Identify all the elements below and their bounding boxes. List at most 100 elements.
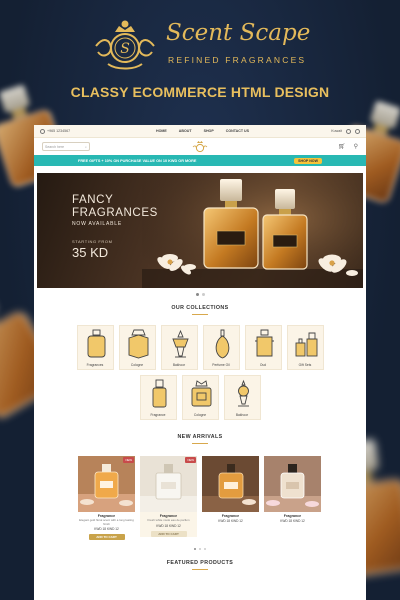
- add-to-cart-button[interactable]: ADD TO CART: [150, 530, 187, 537]
- arrivals-grid: NEW Fragrance Elegant gold floral scent …: [78, 456, 366, 540]
- collections-title: OUR COLLECTIONS: [171, 305, 229, 311]
- crown-bottle-icon: [191, 380, 211, 407]
- hero-line-2: FRAGRANCES: [72, 207, 158, 219]
- product-info: Fragrance Fresh white musk eau de parfum…: [140, 512, 197, 537]
- collection-card[interactable]: Bakhoor: [160, 325, 198, 370]
- nav-about[interactable]: ABOUT: [179, 129, 192, 133]
- collection-label: Cologne: [193, 413, 207, 417]
- collection-card[interactable]: Cologne: [181, 375, 219, 420]
- arrivals-pagination: [34, 544, 366, 554]
- collection-card[interactable]: Oud: [244, 325, 282, 370]
- hero-text: FANCY FRAGRANCES NOW AVAILABLE STARTING …: [72, 194, 158, 260]
- product-image[interactable]: [202, 456, 259, 512]
- perfume-bottle-icon: [87, 329, 105, 358]
- phone-number: +965 1234567: [47, 129, 71, 133]
- search-placeholder: Search here: [45, 144, 65, 149]
- product-bottle-image: [78, 456, 135, 512]
- arrivals-dot-1[interactable]: [194, 548, 196, 550]
- collections-row-2: Fragrance Cologne Bakhoor: [34, 375, 366, 420]
- whatsapp-icon: [40, 128, 45, 134]
- product-price: KWD 18 KWD 12: [94, 527, 119, 531]
- hero-line-3: NOW AVAILABLE: [72, 221, 122, 227]
- product-card[interactable]: NEW Fragrance Elegant gold floral scent …: [78, 456, 135, 540]
- top-bar: +965 1234567 HOME ABOUT SHOP CONTACT US …: [34, 125, 366, 138]
- product-card[interactable]: Fragrance KWD 18 KWD 12: [264, 456, 321, 540]
- slim-bottle-icon: [152, 379, 166, 408]
- collection-card[interactable]: Fragrances: [76, 325, 114, 370]
- title-divider: [192, 314, 208, 315]
- collection-card[interactable]: Fragrance: [139, 375, 177, 420]
- bakhoor-burner-icon: [171, 329, 189, 358]
- product-price: KWD 18 KWD 12: [218, 519, 243, 523]
- website-mockup: +965 1234567 HOME ABOUT SHOP CONTACT US …: [34, 125, 366, 600]
- product-card[interactable]: Fragrance KWD 18 KWD 12: [202, 456, 259, 540]
- product-price: KWD 18 KWD 12: [156, 523, 181, 528]
- new-badge: NEW: [185, 457, 196, 463]
- product-info: Fragrance Elegant gold floral scent with…: [78, 512, 135, 540]
- title-divider: [192, 443, 208, 444]
- search-icon[interactable]: ⌕: [85, 145, 87, 149]
- site-logo-icon[interactable]: [192, 140, 208, 153]
- product-price: KWD 18 KWD 12: [280, 519, 305, 523]
- globe-icon[interactable]: [355, 128, 360, 134]
- nav-shop[interactable]: SHOP: [204, 129, 214, 133]
- arrivals-dot-2[interactable]: [199, 548, 201, 550]
- cologne-bottle-icon: [128, 329, 148, 359]
- currency-select[interactable]: Kuwait: [331, 129, 342, 133]
- collection-card[interactable]: Cologne: [118, 325, 156, 370]
- gift-set-icon: [295, 332, 317, 357]
- title-divider: [192, 569, 208, 570]
- nav-contact[interactable]: CONTACT US: [226, 129, 249, 133]
- hero-pagination: [34, 288, 366, 300]
- product-info: Fragrance KWD 18 KWD 12: [202, 512, 259, 523]
- user-icon[interactable]: [346, 128, 351, 134]
- product-bottle-image: [264, 456, 321, 512]
- search-input[interactable]: Search here ⌕: [42, 142, 90, 151]
- hero-banner[interactable]: FANCY FRAGRANCES NOW AVAILABLE STARTING …: [37, 173, 363, 288]
- poster-headline: CLASSY ECOMMERCE HTML DESIGN: [70, 84, 330, 100]
- add-to-cart-button[interactable]: ADD TO CART: [88, 534, 125, 540]
- phone-contact[interactable]: +965 1234567: [40, 128, 120, 134]
- product-description: Fresh white musk eau de parfum: [147, 518, 190, 522]
- main-nav: HOME ABOUT SHOP CONTACT US: [156, 129, 249, 133]
- product-name: Fragrance: [283, 514, 302, 518]
- crest-emblem-icon: S: [95, 20, 155, 70]
- hero-dot-2[interactable]: [201, 292, 205, 296]
- emblem-letter: S: [120, 41, 130, 57]
- hero-price: 35 KD: [72, 245, 109, 260]
- collection-label: Bakhoor: [172, 363, 186, 367]
- hero-bottles-image: [142, 173, 363, 288]
- nav-home[interactable]: HOME: [156, 129, 167, 133]
- hero-dot-1[interactable]: [195, 292, 199, 296]
- collection-label: Perfume Oil: [212, 363, 230, 367]
- collection-card[interactable]: Perfume Oil: [202, 325, 240, 370]
- product-image[interactable]: [264, 456, 321, 512]
- collection-label: Gift Sets: [298, 363, 312, 367]
- product-bottle-image: [202, 456, 259, 512]
- product-info: Fragrance KWD 18 KWD 12: [264, 512, 321, 523]
- hero-line-1: FANCY: [72, 194, 114, 206]
- header-icons: 🛒︎ ⚲: [338, 143, 358, 150]
- collection-label: Fragrances: [86, 363, 104, 367]
- account-icon[interactable]: ⚲: [354, 143, 358, 150]
- hero-line-4: STARTING FROM: [72, 239, 113, 244]
- topbar-right: Kuwait: [331, 128, 360, 134]
- product-bottle-image: [140, 456, 197, 512]
- collection-label: Bakhoor: [235, 413, 249, 417]
- cart-icon[interactable]: 🛒︎: [338, 143, 346, 150]
- shop-now-button[interactable]: SHOP NOW: [294, 157, 322, 164]
- oil-bottle-icon: [215, 329, 229, 359]
- site-header: Search here ⌕ 🛒︎ ⚲: [34, 138, 366, 155]
- product-card[interactable]: NEW Fragrance Fresh white musk eau de pa…: [140, 456, 197, 540]
- oud-bottle-icon: [254, 329, 274, 357]
- product-image[interactable]: NEW: [140, 456, 197, 512]
- arrivals-dot-3[interactable]: [204, 548, 206, 550]
- collection-card[interactable]: Gift Sets: [286, 325, 324, 370]
- brand-logo: S Scent Scape REFINED FRAGRANCES: [0, 14, 400, 76]
- product-image[interactable]: NEW: [78, 456, 135, 512]
- brand-tagline: REFINED FRAGRANCES: [168, 55, 307, 65]
- collections-row-1: Fragrances Cologne Bakhoor Perfume Oil O…: [34, 325, 366, 370]
- featured-title: FEATURED PRODUCTS: [166, 560, 234, 566]
- promo-text: FREE GIFTS + 10% ON PURCHASE VALUE ON 10…: [78, 158, 197, 163]
- collection-card[interactable]: Bakhoor: [223, 375, 261, 420]
